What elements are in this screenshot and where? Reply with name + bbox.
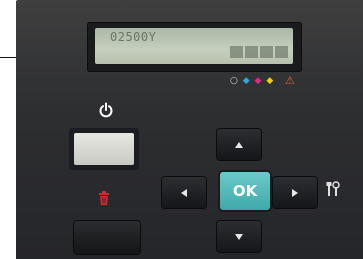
arrow-down-icon bbox=[235, 233, 243, 240]
ink-bar bbox=[245, 46, 258, 58]
power-icon bbox=[99, 102, 113, 118]
ink-indicator-icons: ○ ◆ ◆ ◆ bbox=[230, 76, 274, 86]
ok-button[interactable]: OK bbox=[220, 172, 270, 210]
ink-bar bbox=[260, 46, 273, 58]
arrow-left-button[interactable] bbox=[162, 177, 206, 208]
arrow-up-button[interactable] bbox=[217, 129, 261, 160]
magenta-ink-icon: ◆ bbox=[254, 76, 263, 86]
arrow-left-icon bbox=[181, 188, 187, 197]
power-button[interactable] bbox=[69, 128, 139, 170]
power-button-face bbox=[74, 133, 134, 165]
arrow-up-icon bbox=[235, 141, 243, 148]
arrow-down-button[interactable] bbox=[217, 221, 261, 252]
trash-icon bbox=[99, 191, 109, 205]
cancel-delete-button[interactable] bbox=[74, 221, 140, 254]
lcd-text: 02500Y bbox=[110, 30, 157, 44]
ink-bar bbox=[275, 46, 288, 58]
ink-bar bbox=[230, 46, 243, 58]
alert-icon: ⚠ bbox=[285, 74, 295, 87]
setup-tools-icon bbox=[326, 181, 340, 196]
arrow-right-icon bbox=[292, 188, 298, 197]
yellow-ink-icon: ◆ bbox=[266, 76, 275, 86]
arrow-right-button[interactable] bbox=[273, 177, 317, 208]
black-ink-icon: ○ bbox=[230, 76, 239, 86]
cyan-ink-icon: ◆ bbox=[242, 76, 251, 86]
lcd-ink-level-bars bbox=[230, 46, 288, 58]
